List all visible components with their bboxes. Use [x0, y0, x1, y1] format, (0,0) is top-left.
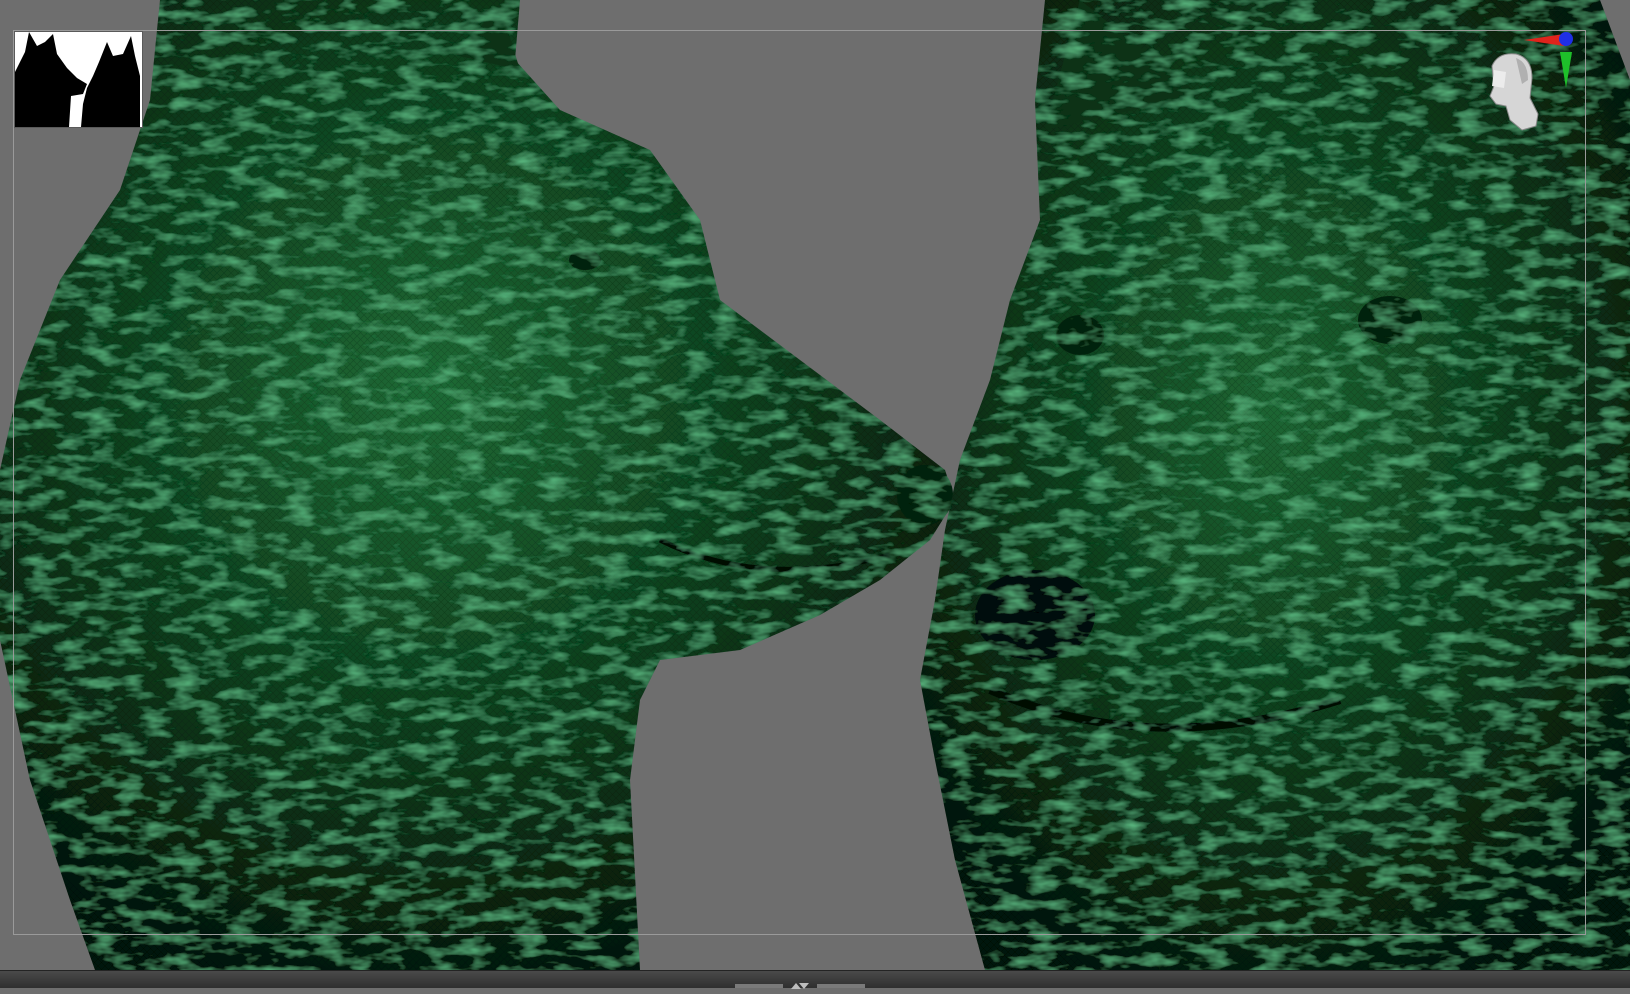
navigation-gizmo[interactable] [1476, 26, 1602, 158]
silhouette-thumbnail[interactable] [14, 31, 143, 128]
dual-wolf-silhouette-icon [15, 32, 140, 127]
head-orientation-gizmo-icon [1489, 32, 1573, 131]
sculpt-scene[interactable] [0, 0, 1630, 970]
canvas-viewport[interactable] [0, 0, 1630, 970]
tray-collapse-handle[interactable] [735, 975, 865, 989]
tray-collapse-arrows-icon [735, 983, 865, 989]
bottom-tray [0, 970, 1630, 989]
left-wolf-head [0, 0, 955, 970]
